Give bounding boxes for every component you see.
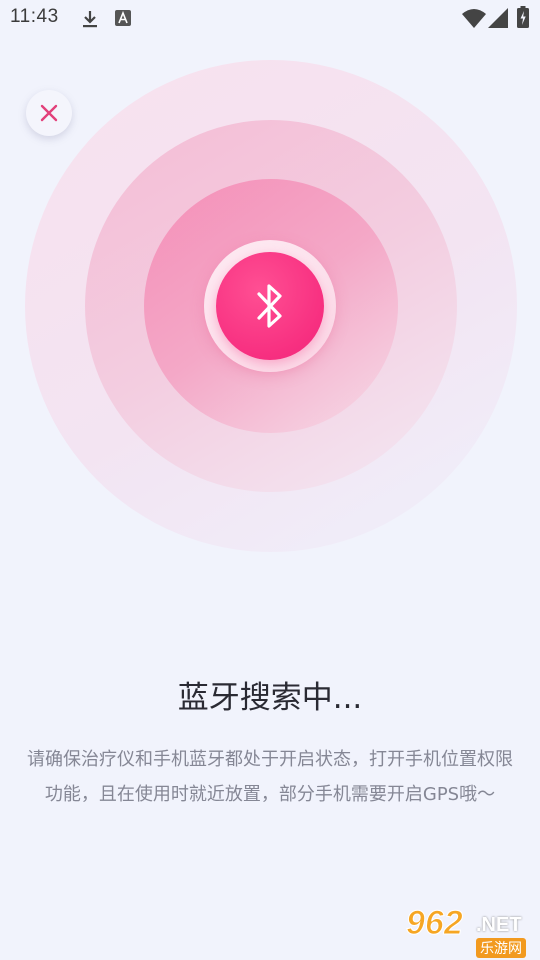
font-icon (115, 10, 131, 26)
instruction-text: 请确保治疗仪和手机蓝牙都处于开启状态，打开手机位置权限功能，且在使用时就近放置，… (27, 749, 513, 805)
watermark-number: 962 (406, 904, 464, 943)
status-time: 11:43 (10, 6, 59, 27)
searching-title: 蓝牙搜索中... (177, 680, 363, 716)
download-icon (83, 11, 97, 28)
bluetooth-icon (257, 284, 282, 328)
site-watermark-logo: 962 .NET 乐游网 (400, 904, 540, 960)
bluetooth-scan-button[interactable] (216, 252, 324, 360)
watermark-site: 乐游网 (476, 938, 526, 958)
close-button[interactable] (26, 90, 72, 136)
wifi-icon (462, 9, 486, 28)
signal-icon (488, 8, 508, 28)
status-bar: 11:43 (0, 0, 540, 36)
close-icon (40, 104, 58, 122)
battery-charging-icon (517, 6, 529, 28)
watermark-suffix: .NET (476, 914, 522, 936)
